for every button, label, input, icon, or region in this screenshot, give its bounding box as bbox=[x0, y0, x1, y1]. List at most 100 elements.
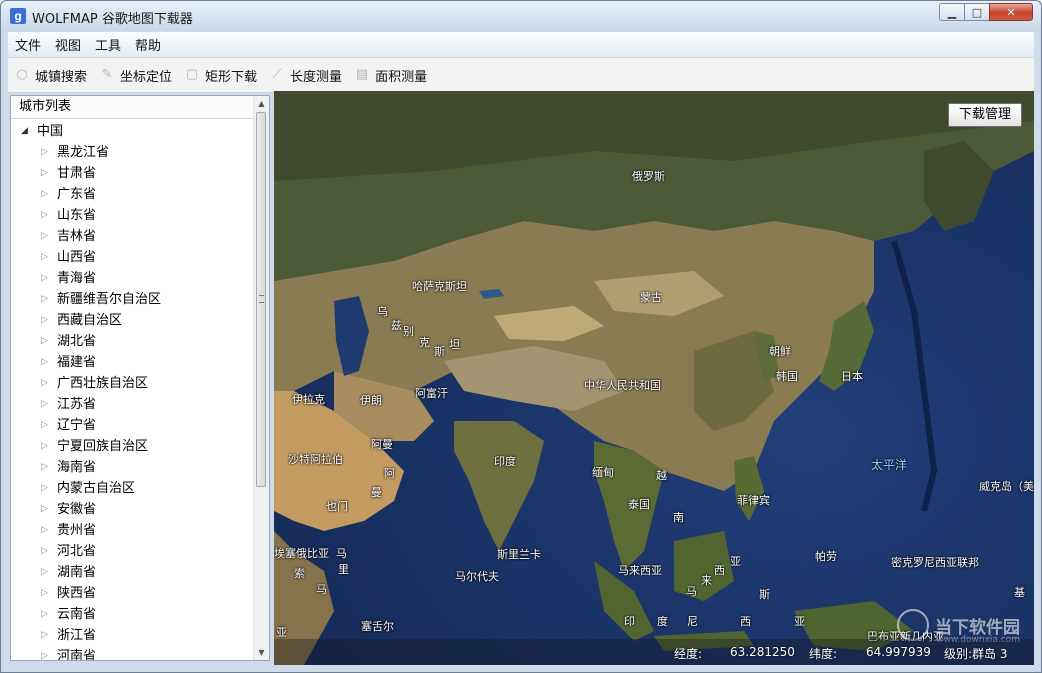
map-place-label: 兹 bbox=[391, 319, 402, 332]
expand-icon[interactable]: ▷ bbox=[41, 646, 57, 660]
expand-icon[interactable]: ▷ bbox=[41, 205, 57, 226]
coordinate-locate-button[interactable]: ✎ 坐标定位 bbox=[99, 66, 172, 85]
tree-node-province[interactable]: ▷ 浙江省 bbox=[11, 625, 269, 646]
city-list-header: 城市列表 bbox=[11, 96, 269, 119]
map-place-label: 斯 bbox=[434, 345, 445, 358]
menu-view[interactable]: 视图 bbox=[48, 35, 88, 54]
maximize-button[interactable]: □ bbox=[964, 3, 990, 21]
expand-icon[interactable]: ▷ bbox=[41, 142, 57, 163]
tree-node-province[interactable]: ▷ 贵州省 bbox=[11, 520, 269, 541]
map-place-label: 密克罗尼西亚联邦 bbox=[891, 556, 979, 569]
close-button[interactable]: ✕ bbox=[989, 3, 1033, 21]
tree-node-province[interactable]: ▷ 江苏省 bbox=[11, 394, 269, 415]
map-place-label: 越 bbox=[656, 469, 667, 482]
rectangle-icon: ▢ bbox=[185, 67, 199, 82]
map-place-label: 西 bbox=[714, 564, 725, 577]
map-place-label: 曼 bbox=[371, 486, 382, 499]
tree-node-china[interactable]: ◢ 中国 bbox=[11, 121, 269, 142]
map-place-label: 塞舌尔 bbox=[361, 620, 394, 633]
minimize-button[interactable]: ▁ bbox=[939, 3, 965, 21]
map-place-label: 太平洋 bbox=[871, 458, 908, 472]
expand-icon[interactable]: ▷ bbox=[41, 541, 57, 562]
expand-icon[interactable]: ▷ bbox=[41, 184, 57, 205]
scroll-thumb[interactable] bbox=[256, 112, 266, 487]
menu-file[interactable]: 文件 bbox=[8, 35, 48, 54]
tree-node-province[interactable]: ▷ 宁夏回族自治区 bbox=[11, 436, 269, 457]
tree-node-province[interactable]: ▷ 山东省 bbox=[11, 205, 269, 226]
tool-label: 城镇搜索 bbox=[35, 69, 88, 85]
tool-label: 坐标定位 bbox=[120, 69, 173, 85]
map-place-label: 马 bbox=[336, 547, 347, 560]
expand-icon[interactable]: ▷ bbox=[41, 436, 57, 457]
tree-node-province[interactable]: ▷ 内蒙古自治区 bbox=[11, 478, 269, 499]
expand-icon[interactable]: ▷ bbox=[41, 289, 57, 310]
zoom-level-text: 级别:群岛 3 bbox=[944, 647, 1008, 661]
tree-node-province[interactable]: ▷ 广东省 bbox=[11, 184, 269, 205]
expand-icon[interactable]: ▷ bbox=[41, 247, 57, 268]
menu-bar: 文件 视图 工具 帮助 bbox=[8, 32, 1034, 57]
tree-node-province[interactable]: ▷ 湖南省 bbox=[11, 562, 269, 583]
expand-icon[interactable]: ▷ bbox=[41, 562, 57, 583]
expand-icon[interactable]: ▷ bbox=[41, 604, 57, 625]
scroll-up-icon[interactable]: ▲ bbox=[254, 96, 269, 111]
expand-icon[interactable]: ▷ bbox=[41, 394, 57, 415]
collapse-icon[interactable]: ◢ bbox=[21, 121, 37, 142]
map-place-label: 日本 bbox=[841, 370, 863, 383]
watermark: 当下软件园 www.downxia.com bbox=[897, 609, 1020, 645]
tree-node-province[interactable]: ▷ 西藏自治区 bbox=[11, 310, 269, 331]
tree-node-province[interactable]: ▷ 安徽省 bbox=[11, 499, 269, 520]
tree-node-province[interactable]: ▷ 青海省 bbox=[11, 268, 269, 289]
tree-node-province[interactable]: ▷ 新疆维吾尔自治区 bbox=[11, 289, 269, 310]
tree-node-province[interactable]: ▷ 辽宁省 bbox=[11, 415, 269, 436]
tree-node-province[interactable]: ▷ 陕西省 bbox=[11, 583, 269, 604]
tree-node-province[interactable]: ▷ 吉林省 bbox=[11, 226, 269, 247]
tree-node-label: 江苏省 bbox=[57, 397, 97, 412]
tree-node-province[interactable]: ▷ 福建省 bbox=[11, 352, 269, 373]
expand-icon[interactable]: ▷ bbox=[41, 373, 57, 394]
map-place-label: 威克岛（美） bbox=[979, 480, 1034, 493]
expand-icon[interactable]: ▷ bbox=[41, 415, 57, 436]
tree-scrollbar[interactable]: ▲ ▼ bbox=[253, 96, 269, 660]
tree-node-province[interactable]: ▷ 河北省 bbox=[11, 541, 269, 562]
tree-node-province[interactable]: ▷ 山西省 bbox=[11, 247, 269, 268]
expand-icon[interactable]: ▷ bbox=[41, 268, 57, 289]
expand-icon[interactable]: ▷ bbox=[41, 352, 57, 373]
tree-node-province[interactable]: ▷ 广西壮族自治区 bbox=[11, 373, 269, 394]
rectangle-download-button[interactable]: ▢ 矩形下载 bbox=[184, 66, 257, 85]
expand-icon[interactable]: ▷ bbox=[41, 583, 57, 604]
tree-node-province[interactable]: ▷ 海南省 bbox=[11, 457, 269, 478]
tree-node-label: 安徽省 bbox=[57, 502, 97, 517]
map-place-label: 阿 bbox=[384, 467, 395, 480]
area-measure-button[interactable]: ▤ 面积测量 bbox=[354, 66, 427, 85]
tree-node-label: 海南省 bbox=[57, 460, 97, 475]
menu-tools[interactable]: 工具 bbox=[88, 35, 128, 54]
length-measure-button[interactable]: ⟋ 长度测量 bbox=[269, 66, 342, 85]
expand-icon[interactable]: ▷ bbox=[41, 520, 57, 541]
expand-icon[interactable]: ▷ bbox=[41, 457, 57, 478]
expand-icon[interactable]: ▷ bbox=[41, 310, 57, 331]
download-manager-button[interactable]: 下载管理 bbox=[948, 103, 1022, 127]
tree-node-label: 中国 bbox=[37, 124, 64, 139]
scroll-down-icon[interactable]: ▼ bbox=[254, 645, 269, 660]
map-place-label: 缅甸 bbox=[592, 466, 614, 479]
tree-node-province[interactable]: ▷ 云南省 bbox=[11, 604, 269, 625]
expand-icon[interactable]: ▷ bbox=[41, 478, 57, 499]
tree-node-province[interactable]: ▷ 甘肃省 bbox=[11, 163, 269, 184]
expand-icon[interactable]: ▷ bbox=[41, 163, 57, 184]
expand-icon[interactable]: ▷ bbox=[41, 499, 57, 520]
expand-icon[interactable]: ▷ bbox=[41, 331, 57, 352]
tree-node-label: 河北省 bbox=[57, 544, 97, 559]
map-view[interactable]: 俄罗斯 哈萨克斯坦 蒙古乌兹别克斯坦朝鲜 韩国 日本 伊拉克 伊朗 阿富汗 中华人民共和国 沙特阿… bbox=[274, 91, 1034, 665]
tree-node-province[interactable]: ▷ 湖北省 bbox=[11, 331, 269, 352]
map-place-label: 哈萨克斯坦 bbox=[412, 280, 467, 293]
town-search-button[interactable]: ○ 城镇搜索 bbox=[14, 66, 87, 85]
tree-node-province[interactable]: ▷ 黑龙江省 bbox=[11, 142, 269, 163]
tool-label: 面积测量 bbox=[375, 69, 428, 85]
map-place-label: 基 bbox=[1014, 586, 1025, 599]
tree-node-label: 云南省 bbox=[57, 607, 97, 622]
expand-icon[interactable]: ▷ bbox=[41, 625, 57, 646]
expand-icon[interactable]: ▷ bbox=[41, 226, 57, 247]
tree-node-label: 福建省 bbox=[57, 355, 97, 370]
menu-help[interactable]: 帮助 bbox=[128, 35, 168, 54]
tree-node-province[interactable]: ▷ 河南省 bbox=[11, 646, 269, 660]
